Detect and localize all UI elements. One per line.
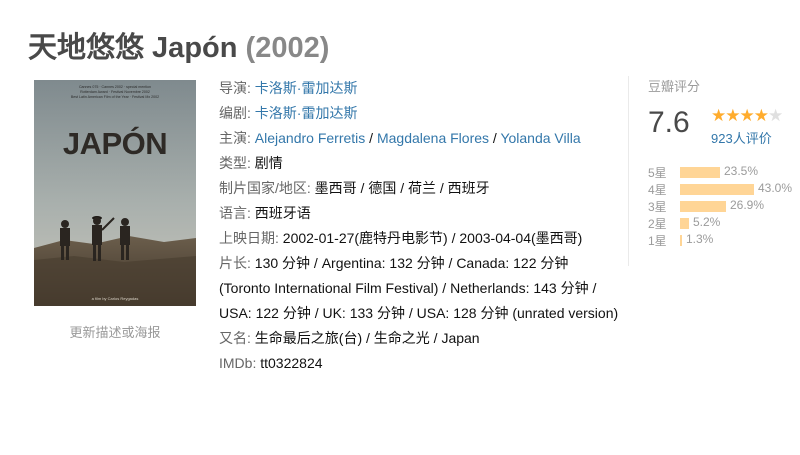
cast-row: 主演: Alejandro Ferretis / Magdalena Flore… (219, 126, 619, 151)
star-empty-icon: ★ (767, 106, 783, 125)
divider (628, 76, 629, 266)
movie-year: (2002) (245, 32, 330, 64)
writer-row: 编剧: 卡洛斯·雷加达斯 (219, 101, 619, 126)
release-value: 2002-01-27(鹿特丹电影节) / 2003-04-04(墨西哥) (282, 230, 583, 246)
rating-row-1-star: 1星 1.3% (648, 232, 800, 249)
imdb-value: tt0322824 (260, 355, 323, 371)
star-filled-icon: ★★★★ (711, 106, 769, 125)
rating-bar (680, 201, 726, 212)
cast-separator: / (489, 130, 501, 146)
movie-poster[interactable]: Cannes 075 · Cannes 2002 · special menti… (34, 80, 196, 306)
rating-row-label: 3星 (648, 200, 667, 214)
rating-percent: 26.9% (730, 198, 765, 212)
poster-credit-line-3: Best Latin American Film of the Year · F… (71, 95, 159, 99)
page-title: 天地悠悠 Japón (2002) (28, 24, 329, 66)
cast-link-1[interactable]: Alejandro Ferretis (255, 130, 366, 146)
update-description-link[interactable]: 更新描述或海报 (34, 322, 196, 341)
rating-row-label: 5星 (648, 166, 667, 180)
poster-top-text: Cannes 075 · Cannes 2002 · special menti… (71, 85, 159, 99)
rating-bar (680, 235, 682, 246)
poster-credit-line-2: Rotterdam Award · Festival Novembre 2002 (80, 90, 150, 94)
rating-bar (680, 184, 754, 195)
language-row: 语言: 西班牙语 (219, 201, 619, 226)
rating-row-5-star: 5星 23.5% (648, 164, 800, 181)
rating-score: 7.6 (648, 106, 690, 139)
rating-distribution: 5星 23.5% 4星 43.0% 3星 26.9% 2星 5.2% 1星 1.3% (648, 164, 800, 249)
rating-percent: 1.3% (686, 232, 714, 246)
aka-label: 又名: (219, 330, 255, 346)
rating-votes-link[interactable]: 923人评价 (711, 128, 772, 147)
cast-separator: / (365, 130, 377, 146)
country-value: 墨西哥 / 德国 / 荷兰 / 西班牙 (314, 180, 490, 196)
director-label: 导演: (219, 80, 255, 96)
release-label: 上映日期: (219, 230, 283, 246)
writer-link[interactable]: 卡洛斯·雷加达斯 (255, 105, 358, 121)
language-label: 语言: (219, 205, 255, 221)
rating-percent: 43.0% (758, 181, 793, 195)
poster-credit-line-1: Cannes 075 · Cannes 2002 · special menti… (79, 85, 151, 89)
runtime-row: 片长: 130 分钟 / Argentina: 132 分钟 / Canada:… (219, 251, 619, 326)
writer-label: 编剧: (219, 105, 255, 121)
genre-row: 类型: 剧情 (219, 151, 619, 176)
aka-row: 又名: 生命最后之旅(台) / 生命之光 / Japan (219, 326, 619, 351)
rating-row-2-star: 2星 5.2% (648, 215, 800, 232)
genre-label: 类型: (219, 155, 255, 171)
cast-label: 主演: (219, 130, 255, 146)
aka-value: 生命最后之旅(台) / 生命之光 / Japan (254, 330, 480, 346)
runtime-value: 130 分钟 / Argentina: 132 分钟 / Canada: 122… (219, 255, 619, 321)
genre-value: 剧情 (254, 155, 283, 171)
cast-link-2[interactable]: Magdalena Flores (377, 130, 489, 146)
director-link[interactable]: 卡洛斯·雷加达斯 (255, 80, 358, 96)
rating-percent: 5.2% (693, 215, 721, 229)
rating-label: 豆瓣评分 (648, 79, 701, 94)
country-row: 制片国家/地区: 墨西哥 / 德国 / 荷兰 / 西班牙 (219, 176, 619, 201)
rating-row-label: 2星 (648, 217, 667, 231)
imdb-row: IMDb: tt0322824 (219, 351, 619, 376)
rating-panel: 豆瓣评分 7.6 ★★★★★ 923人评价 (648, 76, 800, 146)
rating-bar (680, 218, 689, 229)
rating-row-label: 1星 (648, 234, 667, 248)
rating-percent: 23.5% (724, 164, 759, 178)
rating-stars-icon: ★★★★★ (711, 106, 783, 126)
movie-title: 天地悠悠 Japón (28, 32, 238, 64)
rating-row-4-star: 4星 43.0% (648, 181, 800, 198)
poster-bottom-text: a film by Carlos Reygadas (92, 296, 139, 301)
cast-link-3[interactable]: Yolanda Villa (500, 130, 580, 146)
rating-bar (680, 167, 720, 178)
director-row: 导演: 卡洛斯·雷加达斯 (219, 76, 619, 101)
language-value: 西班牙语 (254, 205, 311, 221)
poster-big-title: JAPÓN (63, 125, 167, 161)
imdb-label: IMDb: (219, 355, 261, 371)
release-row: 上映日期: 2002-01-27(鹿特丹电影节) / 2003-04-04(墨西… (219, 226, 619, 251)
runtime-label: 片长: (219, 255, 255, 271)
country-label: 制片国家/地区: (219, 180, 315, 196)
rating-row-3-star: 3星 26.9% (648, 198, 800, 215)
movie-info: 导演: 卡洛斯·雷加达斯 编剧: 卡洛斯·雷加达斯 主演: Alejandro … (219, 76, 619, 376)
rating-row-label: 4星 (648, 183, 667, 197)
